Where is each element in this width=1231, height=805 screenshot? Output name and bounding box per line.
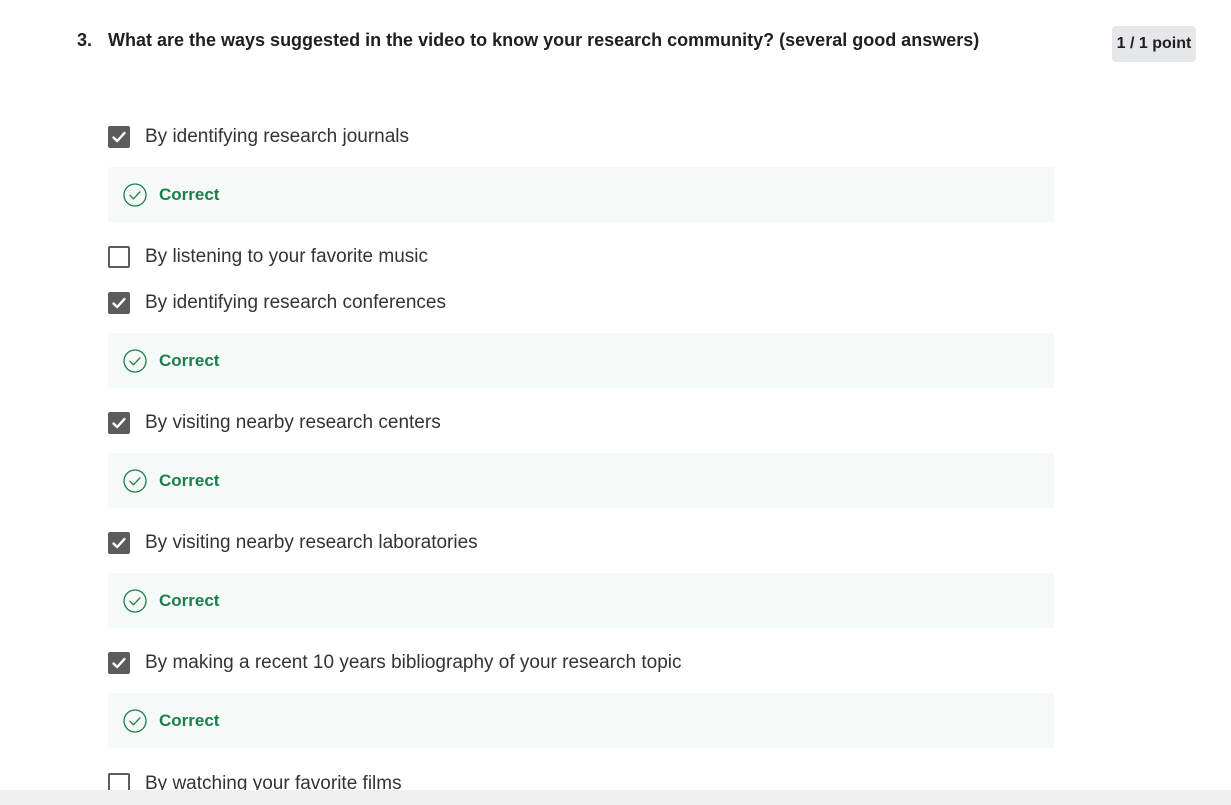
feedback-label: Correct xyxy=(159,350,220,370)
checkbox-checked[interactable] xyxy=(108,532,130,554)
checkbox-checked[interactable] xyxy=(108,412,130,434)
check-circle-icon xyxy=(123,588,147,613)
checkbox-checked[interactable] xyxy=(108,292,130,314)
option-visiting-centers[interactable]: By visiting nearby research centers xyxy=(108,411,441,435)
option-identifying-conferences[interactable]: By identifying research conferences xyxy=(108,291,446,315)
checkmark-icon xyxy=(112,417,126,429)
check-circle-icon xyxy=(123,708,147,733)
option-visiting-laboratories[interactable]: By visiting nearby research laboratories xyxy=(108,531,478,555)
check-circle-icon xyxy=(123,468,147,493)
checkmark-icon xyxy=(112,131,126,143)
option-making-bibliography[interactable]: By making a recent 10 years bibliography… xyxy=(108,651,682,675)
check-circle-icon xyxy=(123,348,147,373)
question-header: 3. What are the ways suggested in the vid… xyxy=(77,28,1077,52)
points-badge: 1 / 1 point xyxy=(1112,26,1196,62)
option-label: By identifying research journals xyxy=(145,126,410,147)
feedback-correct: Correct xyxy=(108,693,1054,748)
option-label: By visiting nearby research centers xyxy=(145,412,441,433)
option-identifying-journals[interactable]: By identifying research journals xyxy=(108,125,409,149)
feedback-label: Correct xyxy=(159,590,220,610)
checkmark-icon xyxy=(112,537,126,549)
checkbox-checked[interactable] xyxy=(108,126,130,148)
check-circle-icon xyxy=(123,182,147,207)
option-label: By listening to your favorite music xyxy=(145,246,429,267)
bottom-bar xyxy=(0,790,1231,805)
quiz-page: 3. What are the ways suggested in the vid… xyxy=(0,0,1231,805)
option-listening-music[interactable]: By listening to your favorite music xyxy=(108,245,428,269)
checkbox-unchecked[interactable] xyxy=(108,246,130,268)
option-label: By visiting nearby research laboratories xyxy=(145,532,478,553)
feedback-label: Correct xyxy=(159,710,220,730)
checkmark-icon xyxy=(112,657,126,669)
question-number: 3. xyxy=(77,30,93,50)
feedback-correct: Correct xyxy=(108,573,1054,628)
checkbox-checked[interactable] xyxy=(108,652,130,674)
feedback-label: Correct xyxy=(159,470,220,490)
feedback-correct: Correct xyxy=(108,453,1054,508)
question-text: What are the ways suggested in the video… xyxy=(108,30,980,50)
option-label: By identifying research conferences xyxy=(145,292,446,313)
feedback-correct: Correct xyxy=(108,333,1054,388)
feedback-label: Correct xyxy=(159,184,220,204)
feedback-correct: Correct xyxy=(108,167,1054,222)
option-label: By making a recent 10 years bibliography… xyxy=(145,652,682,673)
checkmark-icon xyxy=(112,297,126,309)
